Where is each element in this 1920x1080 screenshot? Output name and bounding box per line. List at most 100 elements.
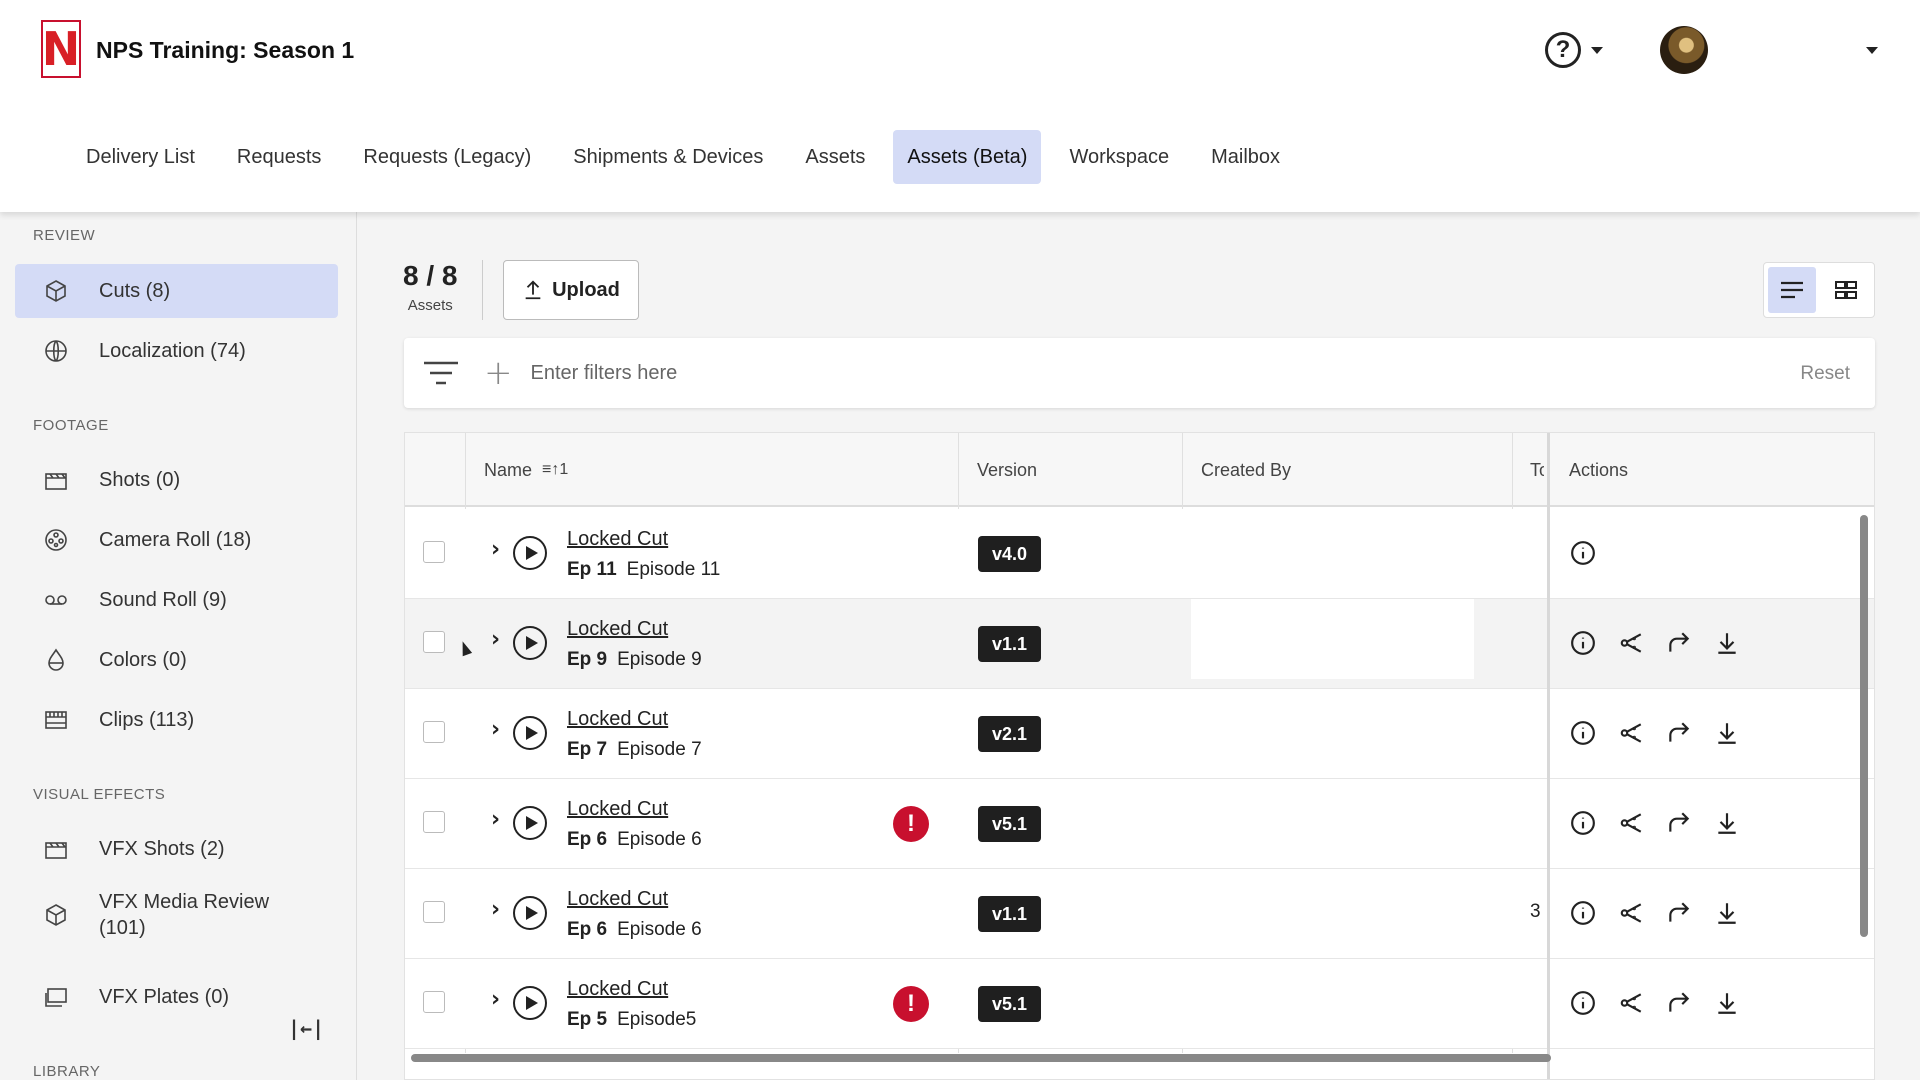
sidebar-item-localization[interactable]: Localization (74) [15, 324, 338, 378]
tab-requests-legacy[interactable]: Requests (Legacy) [349, 130, 545, 184]
filter-input[interactable] [530, 361, 1431, 385]
help-menu[interactable]: ? [1545, 32, 1603, 68]
row-checkbox[interactable] [423, 541, 445, 563]
column-header-created-by[interactable]: Created By [1201, 433, 1291, 507]
upload-button[interactable]: Upload [503, 260, 639, 320]
share-icon[interactable] [1617, 989, 1645, 1017]
info-icon[interactable] [1569, 629, 1597, 657]
row-checkbox[interactable] [423, 631, 445, 653]
help-icon: ? [1545, 32, 1581, 68]
asset-name-link[interactable]: Locked Cut [567, 707, 668, 731]
expand-chevron-icon[interactable]: › [491, 989, 500, 1011]
expand-chevron-icon[interactable]: › [491, 629, 500, 651]
avatar[interactable] [1660, 26, 1708, 74]
row-checkbox[interactable] [423, 901, 445, 923]
forward-icon[interactable] [1665, 989, 1693, 1017]
filter-icon[interactable] [422, 358, 460, 388]
episode-label: Ep 9 Episode 9 [567, 649, 702, 672]
grid-view-icon[interactable] [1822, 267, 1870, 313]
info-icon[interactable] [1569, 989, 1597, 1017]
warning-icon[interactable]: ! [893, 806, 929, 842]
expand-chevron-icon[interactable]: › [491, 539, 500, 561]
download-icon[interactable] [1713, 629, 1741, 657]
vertical-scrollbar[interactable] [1860, 515, 1868, 937]
tab-assets-beta[interactable]: Assets (Beta) [893, 130, 1042, 184]
row-checkbox[interactable] [423, 991, 445, 1013]
sidebar-item-vfx-media-review[interactable]: VFX Media Review (101) [15, 882, 338, 948]
column-header-to[interactable]: To [1530, 433, 1544, 507]
forward-icon[interactable] [1665, 719, 1693, 747]
asset-count-label: Assets [407, 297, 453, 314]
play-icon[interactable] [513, 626, 547, 660]
cube-icon [43, 278, 69, 304]
table-row[interactable]: › Locked Cut Ep 5 Episode5! v5.1 [405, 959, 1874, 1049]
download-icon[interactable] [1713, 719, 1741, 747]
column-header-version[interactable]: Version [977, 433, 1037, 507]
netflix-logo[interactable]: N [41, 20, 81, 78]
asset-name-link[interactable]: Locked Cut [567, 887, 668, 911]
column-header-name[interactable]: Name ≡↑1 [484, 433, 568, 507]
tab-requests[interactable]: Requests [223, 130, 336, 184]
asset-name-link[interactable]: Locked Cut [567, 617, 668, 641]
expand-chevron-icon[interactable]: › [491, 809, 500, 831]
play-icon[interactable] [513, 536, 547, 570]
tab-delivery-list[interactable]: Delivery List [72, 130, 209, 184]
share-icon[interactable] [1617, 629, 1645, 657]
tab-shipments-devices[interactable]: Shipments & Devices [559, 130, 777, 184]
info-icon[interactable] [1569, 719, 1597, 747]
sidebar-item-cuts[interactable]: Cuts (8) [15, 264, 338, 318]
sidebar-item-shots[interactable]: Shots (0) [15, 453, 338, 507]
play-icon[interactable] [513, 716, 547, 750]
play-icon[interactable] [513, 986, 547, 1020]
sidebar-item-colors[interactable]: Colors (0) [15, 633, 338, 687]
horizontal-scrollbar[interactable] [411, 1054, 1551, 1062]
list-view-icon[interactable] [1768, 267, 1816, 313]
forward-icon[interactable] [1665, 809, 1693, 837]
expand-chevron-icon[interactable]: › [491, 899, 500, 921]
table-row[interactable]: › Locked Cut Ep 9 Episode 9 v1.1 [405, 599, 1874, 689]
tab-mailbox[interactable]: Mailbox [1197, 130, 1294, 184]
share-icon[interactable] [1617, 719, 1645, 747]
collapse-sidebar-icon[interactable]: |←| [288, 1018, 324, 1038]
row-checkbox[interactable] [423, 721, 445, 743]
toolbar-divider [482, 260, 483, 320]
download-icon[interactable] [1713, 809, 1741, 837]
row-checkbox[interactable] [423, 811, 445, 833]
download-icon[interactable] [1713, 989, 1741, 1017]
asset-name-link[interactable]: Locked Cut [567, 797, 668, 821]
share-icon[interactable] [1617, 899, 1645, 927]
upload-label: Upload [552, 279, 620, 301]
reset-button[interactable]: Reset [1800, 364, 1850, 383]
tab-assets[interactable]: Assets [791, 130, 879, 184]
download-icon[interactable] [1713, 899, 1741, 927]
expand-chevron-icon[interactable]: › [491, 719, 500, 741]
table-row[interactable]: › Locked Cut Ep 11 Episode 11 v4.0 [405, 509, 1874, 599]
add-filter-icon[interactable]: + [484, 356, 513, 390]
app-title: NPS Training: Season 1 [96, 37, 355, 63]
play-icon[interactable] [513, 896, 547, 930]
asset-name-link[interactable]: Locked Cut [567, 977, 668, 1001]
table-row[interactable]: › Locked Cut Ep 7 Episode 7 v2.1 [405, 689, 1874, 779]
sidebar-item-vfx-shots[interactable]: VFX Shots (2) [15, 822, 338, 876]
episode-title: Episode 7 [617, 739, 702, 760]
info-icon[interactable] [1569, 539, 1597, 567]
cube-icon [43, 902, 69, 928]
tab-workspace[interactable]: Workspace [1055, 130, 1183, 184]
section-library: LIBRARY [33, 1063, 101, 1080]
warning-icon[interactable]: ! [893, 986, 929, 1022]
table-row[interactable]: › Locked Cut Ep 6 Episode 6 v1.1 3 [405, 869, 1874, 959]
info-icon[interactable] [1569, 899, 1597, 927]
asset-name-link[interactable]: Locked Cut [567, 527, 668, 551]
sort-icon[interactable]: ≡↑1 [542, 462, 568, 478]
sidebar-item-clips[interactable]: Clips (113) [15, 693, 338, 747]
sidebar-item-sound-roll[interactable]: Sound Roll (9) [15, 573, 338, 627]
forward-icon[interactable] [1665, 899, 1693, 927]
play-icon[interactable] [513, 806, 547, 840]
frozen-column-divider [1547, 433, 1550, 1079]
table-row[interactable]: › Locked Cut Ep 6 Episode 6! v5.1 [405, 779, 1874, 869]
share-icon[interactable] [1617, 809, 1645, 837]
info-icon[interactable] [1569, 809, 1597, 837]
sidebar-item-camera-roll[interactable]: Camera Roll (18) [15, 513, 338, 567]
forward-icon[interactable] [1665, 629, 1693, 657]
user-menu-chevron-down-icon[interactable] [1866, 47, 1878, 54]
